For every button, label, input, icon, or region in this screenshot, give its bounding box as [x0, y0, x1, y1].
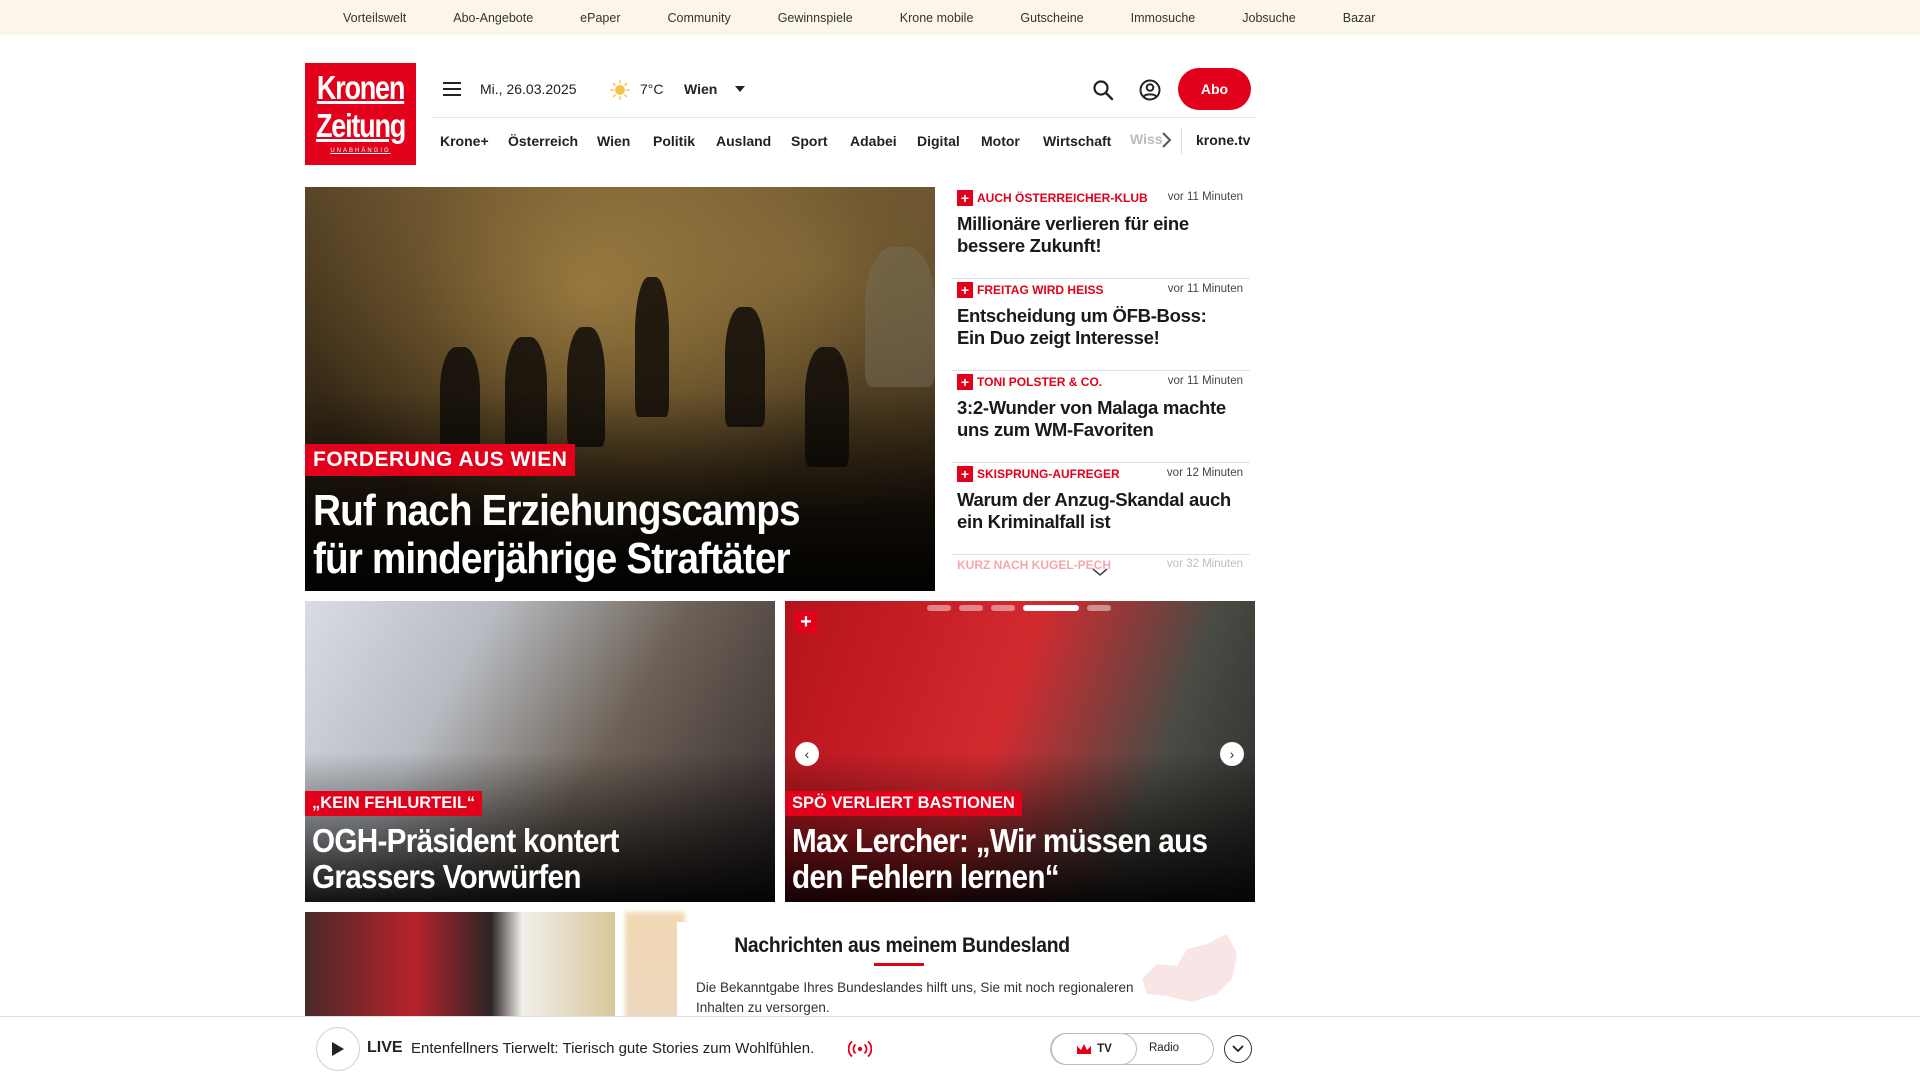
nav-oesterreich[interactable]: Österreich [508, 133, 578, 149]
krone-plus-icon: + [957, 374, 973, 390]
now-playing-text: Entenfellners Tierwelt: Tierisch gute St… [411, 1040, 815, 1057]
tv-radio-toggle: TV Radio [1050, 1033, 1214, 1065]
carousel-dot[interactable] [959, 605, 983, 611]
utility-link-bazar[interactable]: Bazar [1343, 11, 1376, 25]
nav-wien[interactable]: Wien [597, 133, 630, 149]
user-account-icon[interactable] [1138, 78, 1162, 102]
card-headline: OGH-Präsident kontert Grassers Vorwürfen [312, 822, 619, 895]
carousel-dot[interactable] [1087, 605, 1111, 611]
live-player-bar: LIVE Entenfellners Tierwelt: Tierisch gu… [0, 1016, 1920, 1080]
chevron-down-icon[interactable] [1091, 567, 1109, 577]
carousel-prev-button[interactable]: ‹ [795, 742, 819, 766]
nav-wirtschaft[interactable]: Wirtschaft [1043, 133, 1111, 149]
broadcast-icon [848, 1040, 872, 1058]
nav-krone-plus[interactable]: Krone+ [440, 133, 489, 149]
utility-link-immosuche[interactable]: Immosuche [1131, 11, 1196, 25]
kronen-zeitung-logo[interactable]: Kronen Zeitung UNABHÄNGIG [305, 63, 416, 165]
utility-link-community[interactable]: Community [667, 11, 730, 25]
logo-line2: Zeitung [315, 107, 406, 144]
hero-headline: Ruf nach Erziehungscamps für minderjähri… [313, 486, 801, 583]
sun-icon [610, 80, 630, 100]
latest-news-list: + AUCH ÖSTERREICHER-KLUB vor 11 Minuten … [952, 187, 1250, 577]
nav-sport[interactable]: Sport [791, 133, 828, 149]
utility-link-vorteilswelt[interactable]: Vorteilswelt [343, 11, 406, 25]
tv-label: TV [1097, 1043, 1112, 1055]
nav-adabei[interactable]: Adabei [850, 133, 897, 149]
top-utility-bar: Vorteilswelt Abo-Angebote ePaper Communi… [0, 0, 1920, 35]
nav-partial-item[interactable]: Wiss [1130, 131, 1163, 147]
menu-icon[interactable] [443, 82, 461, 96]
current-date: Mi., 26.03.2025 [480, 81, 577, 97]
logo-tagline: UNABHÄNGIG [330, 148, 391, 154]
list-item-kicker: AUCH ÖSTERREICHER-KLUB [977, 191, 1148, 205]
temperature: 7°C [640, 81, 664, 97]
list-item[interactable]: + TONI POLSTER & CO. vor 11 Minuten 3:2-… [952, 371, 1250, 463]
carousel-dot[interactable] [927, 605, 951, 611]
article-card-ogh[interactable]: „KEIN FEHLURTEIL“ OGH-Präsident kontert … [305, 601, 775, 902]
krone-plus-icon: + [957, 190, 973, 206]
hero-article[interactable]: FORDERUNG AUS WIEN Ruf nach Erziehungsca… [305, 187, 935, 591]
search-icon[interactable] [1092, 79, 1114, 101]
list-item-time: vor 11 Minuten [1167, 191, 1243, 203]
list-item[interactable]: + AUCH ÖSTERREICHER-KLUB vor 11 Minuten … [952, 187, 1250, 279]
nav-politik[interactable]: Politik [653, 133, 695, 149]
bundesland-title: Nachrichten aus meinem Bundesland [734, 934, 1070, 957]
nav-divider [1181, 128, 1182, 154]
list-item-kicker: KURZ NACH KUGEL-PECH [957, 558, 1111, 572]
utility-link-gutscheine[interactable]: Gutscheine [1020, 11, 1083, 25]
krone-plus-icon: + [957, 282, 973, 298]
list-item-time: vor 11 Minuten [1167, 375, 1243, 387]
hero-kicker: FORDERUNG AUS WIEN [305, 444, 576, 476]
radio-option[interactable]: Radio [1149, 1042, 1179, 1054]
list-item-title: 3:2-Wunder von Malaga machte uns zum WM-… [957, 397, 1226, 440]
live-label: LIVE [367, 1039, 403, 1056]
list-item-kicker: TONI POLSTER & CO. [977, 375, 1103, 389]
utility-link-krone-mobile[interactable]: Krone mobile [900, 11, 974, 25]
title-underline [874, 963, 924, 966]
utility-link-jobsuche[interactable]: Jobsuche [1242, 11, 1296, 25]
list-item-kicker: FREITAG WIRD HEISS [977, 283, 1104, 297]
chevron-down-icon [1232, 1045, 1244, 1053]
bundesland-text: Die Bekanntgabe Ihres Bundeslandes hilft… [696, 980, 1134, 1015]
city-selector[interactable]: Wien [684, 81, 717, 97]
nav-motor[interactable]: Motor [981, 133, 1020, 149]
list-item-time: vor 32 Minuten [1166, 558, 1243, 570]
expand-player-button[interactable] [1224, 1035, 1252, 1063]
list-item-time: vor 11 Minuten [1167, 283, 1243, 295]
nav-digital[interactable]: Digital [917, 133, 960, 149]
list-item-kicker: SKISPRUNG-AUFREGER [977, 467, 1120, 481]
play-icon [332, 1042, 344, 1056]
list-item[interactable]: + SKISPRUNG-AUFREGER vor 12 Minuten Waru… [952, 463, 1250, 555]
carousel-dot-active[interactable] [1023, 605, 1079, 611]
carousel-dot[interactable] [991, 605, 1015, 611]
krone-plus-icon: + [957, 466, 973, 482]
article-card-lercher[interactable]: + SPÖ VERLIERT BASTIONEN Max Lercher: „W… [785, 601, 1255, 902]
krone-plus-icon: + [795, 611, 817, 633]
carousel-indicators [927, 605, 1111, 611]
utility-link-epaper[interactable]: ePaper [580, 11, 620, 25]
utility-link-abo-angebote[interactable]: Abo-Angebote [453, 11, 533, 25]
list-item-title: Millionäre verlieren für eine bessere Zu… [957, 213, 1189, 256]
nav-krone-tv[interactable]: krone.tv [1196, 132, 1250, 148]
list-item[interactable]: + FREITAG WIRD HEISS vor 11 Minuten Ents… [952, 279, 1250, 371]
caret-down-icon[interactable] [735, 86, 745, 92]
abo-button[interactable]: Abo [1178, 68, 1251, 110]
list-item-title: Warum der Anzug-Skandal auch ein Krimina… [957, 489, 1231, 532]
tv-option[interactable]: TV [1051, 1033, 1137, 1065]
crown-icon [1077, 1044, 1092, 1054]
card-kicker: SPÖ VERLIERT BASTIONEN [785, 791, 1022, 816]
nav-ausland[interactable]: Ausland [716, 133, 771, 149]
chevron-right-icon[interactable] [1160, 130, 1172, 150]
list-item-title: Entscheidung um ÖFB-Boss: Ein Duo zeigt … [957, 305, 1207, 348]
hero-figure [865, 247, 935, 387]
play-button[interactable] [316, 1027, 360, 1071]
carousel-next-button[interactable]: › [1220, 742, 1244, 766]
card-headline: Max Lercher: „Wir müssen aus den Fehlern… [792, 822, 1208, 895]
list-item-time: vor 12 Minuten [1166, 467, 1243, 479]
utility-nav: Vorteilswelt Abo-Angebote ePaper Communi… [343, 0, 1422, 35]
utility-link-gewinnspiele[interactable]: Gewinnspiele [778, 11, 853, 25]
logo-line1: Kronen [316, 69, 406, 106]
card-kicker: „KEIN FEHLURTEIL“ [305, 791, 483, 816]
